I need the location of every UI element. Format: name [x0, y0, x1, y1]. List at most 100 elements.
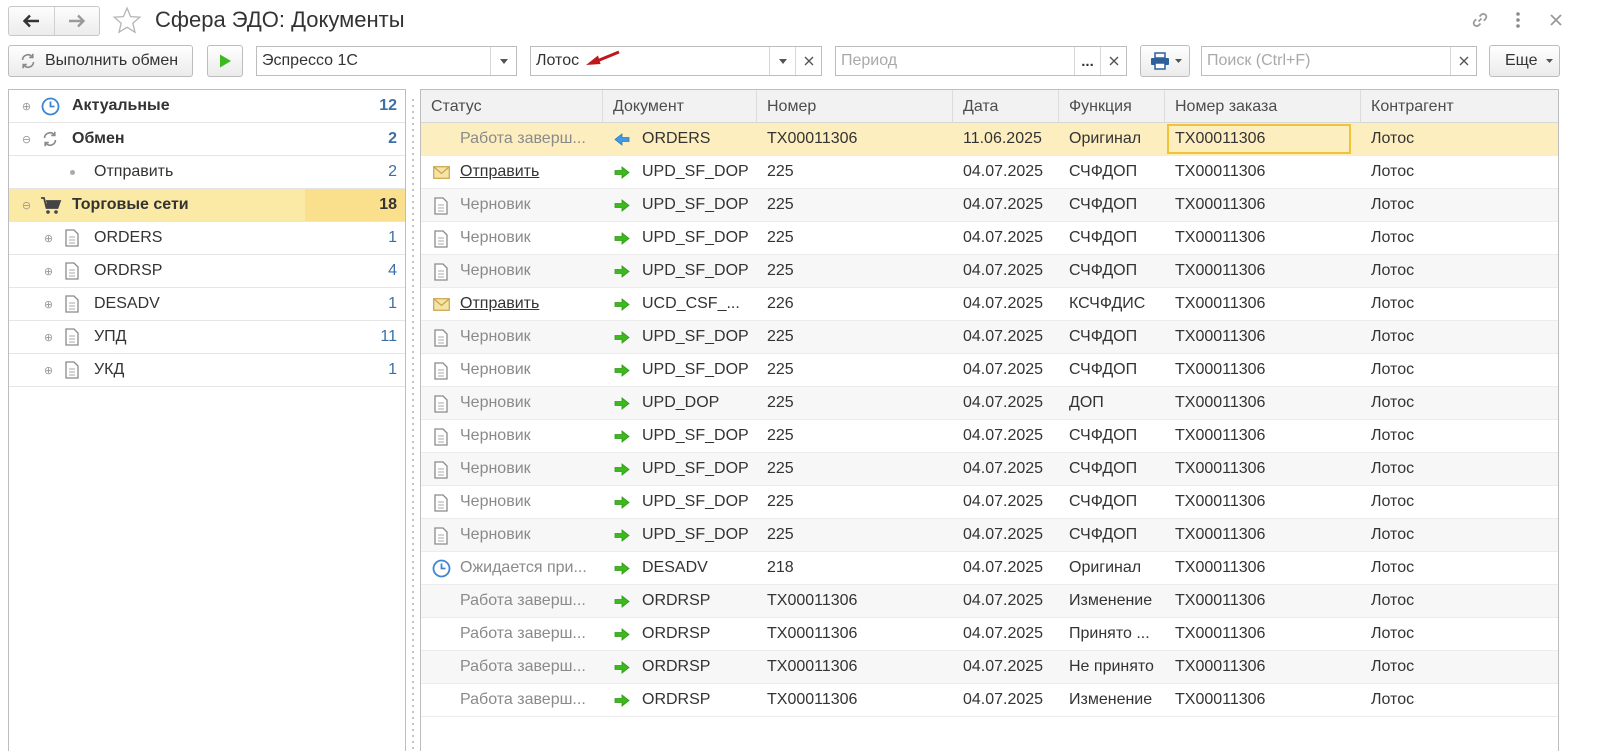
back-button[interactable] [9, 7, 54, 35]
tree-item-desadv[interactable]: ⊕ DESADV 1 [9, 288, 405, 321]
table-row[interactable]: Черновик UPD_SF_DOP 225 04.07.2025 СЧФДОП TX0… [421, 519, 1558, 552]
close-window-button[interactable] [1544, 8, 1568, 32]
period-select-button[interactable]: ... [1074, 47, 1100, 75]
collapse-icon[interactable]: ⊖ [21, 200, 32, 212]
counterparty-clear-button[interactable] [795, 47, 821, 75]
tree-item-actual[interactable]: ⊕ Актуальные 12 [9, 90, 405, 123]
organization-dropdown[interactable] [490, 47, 516, 75]
splitter-grip-dot [412, 585, 414, 587]
cell-number: TX00011306 [767, 658, 858, 675]
expand-icon[interactable]: ⊕ [21, 101, 32, 113]
splitter-grip-dot [412, 249, 414, 251]
table-row[interactable]: Работа заверш... ORDRSP TX00011306 04.07.20… [421, 618, 1558, 651]
cell-document: UPD_SF_DOP [642, 361, 749, 378]
column-header-status[interactable]: Статус [421, 90, 603, 123]
status-text: Черновик [460, 361, 531, 378]
tree-item-label: Актуальные [72, 97, 170, 114]
tree-item-orders[interactable]: ⊕ ORDERS 1 [9, 222, 405, 255]
splitter-grip-dot [412, 489, 414, 491]
more-vertical-button[interactable] [1506, 8, 1530, 32]
send-link[interactable]: Отправить [460, 295, 539, 313]
table-row[interactable]: Черновик UPD_SF_DOP 225 04.07.2025 СЧФДОП TX0… [421, 321, 1558, 354]
outgoing-arrow-icon [613, 363, 631, 377]
more-button[interactable]: Еще [1489, 45, 1560, 77]
splitter-grip-dot [412, 591, 414, 593]
run-button[interactable] [207, 45, 243, 77]
tree-item-upd[interactable]: ⊕ УПД 11 [9, 321, 405, 354]
period-clear-button[interactable] [1100, 47, 1126, 75]
table-row[interactable]: Черновик UPD_DOP 225 04.07.2025 ДОП TX0001130… [421, 387, 1558, 420]
expand-icon[interactable]: ⊕ [43, 365, 54, 377]
exchange-button[interactable]: Выполнить обмен [8, 45, 193, 77]
table-row[interactable]: Работа заверш... ORDRSP TX00011306 04.07.20… [421, 585, 1558, 618]
splitter-grip-dot [412, 159, 414, 161]
clock-icon [41, 97, 60, 116]
splitter-grip-dot [412, 705, 414, 707]
search-field[interactable]: Поиск (Ctrl+F) [1201, 46, 1477, 76]
tree-item-count: 4 [388, 262, 397, 279]
counterparty-dropdown[interactable] [769, 47, 795, 75]
tree-item-exchange[interactable]: ⊖ Обмен 2 [9, 123, 405, 156]
splitter-grip-dot [412, 633, 414, 635]
search-clear-button[interactable] [1450, 47, 1476, 75]
table-row[interactable]: Отправить UCD_CSF_... 226 04.07.2025 КСЧФДИС… [421, 288, 1558, 321]
column-header-date[interactable]: Дата [953, 90, 1059, 123]
cell-date: 04.07.2025 [963, 493, 1044, 510]
expand-icon[interactable]: ⊕ [43, 266, 54, 278]
table-row[interactable]: Отправить UPD_SF_DOP 225 04.07.2025 СЧФДОП TX… [421, 156, 1558, 189]
table-row[interactable]: Черновик UPD_SF_DOP 225 04.07.2025 СЧФДОП TX0… [421, 255, 1558, 288]
table-row[interactable]: Черновик UPD_SF_DOP 225 04.07.2025 СЧФДОП TX0… [421, 189, 1558, 222]
column-header-document[interactable]: Документ [603, 90, 757, 123]
chevron-down-icon [1545, 59, 1553, 63]
panel-splitter[interactable] [410, 89, 416, 751]
table-row[interactable]: Черновик UPD_SF_DOP 225 04.07.2025 СЧФДОП TX0… [421, 420, 1558, 453]
cell-status: Работа заверш... [460, 684, 600, 716]
send-link[interactable]: Отправить [460, 163, 539, 181]
table-row[interactable]: Черновик UPD_SF_DOP 225 04.07.2025 СЧФДОП TX0… [421, 453, 1558, 486]
cell-number: 225 [767, 460, 794, 477]
splitter-grip-dot [412, 441, 414, 443]
status-text: Черновик [460, 526, 531, 543]
splitter-grip-dot [412, 627, 414, 629]
table-row[interactable]: Работа заверш... ORDERS TX00011306 11.06.20… [421, 123, 1558, 156]
expand-icon[interactable]: ⊕ [43, 233, 54, 245]
favorite-star-icon[interactable] [112, 6, 142, 39]
column-header-counterparty[interactable]: Контрагент [1361, 90, 1558, 123]
forward-button[interactable] [53, 7, 100, 35]
cell-status[interactable]: Отправить [460, 288, 600, 320]
outgoing-arrow-icon [613, 429, 631, 443]
column-header-number[interactable]: Номер [757, 90, 953, 123]
cell-document: UPD_SF_DOP [642, 526, 749, 543]
play-icon [220, 54, 231, 68]
table-row[interactable]: Черновик UPD_SF_DOP 225 04.07.2025 СЧФДОП TX0… [421, 486, 1558, 519]
period-field[interactable]: Период ... [835, 46, 1127, 76]
tree-item-send[interactable]: Отправить 2 [9, 156, 405, 189]
splitter-grip-dot [412, 381, 414, 383]
column-header-function[interactable]: Функция [1059, 90, 1165, 123]
counterparty-field[interactable]: Лотос [530, 46, 822, 76]
tree-item-ukd[interactable]: ⊕ УКД 1 [9, 354, 405, 387]
table-row[interactable]: Ожидается при... DESADV 218 04.07.2025 Ориги… [421, 552, 1558, 585]
tree-item-ordrsp[interactable]: ⊕ ORDRSP 4 [9, 255, 405, 288]
print-button[interactable] [1140, 45, 1190, 77]
cell-function: КСЧФДИС [1069, 295, 1146, 312]
arrow-right-icon [68, 14, 85, 28]
expand-icon[interactable]: ⊕ [43, 332, 54, 344]
splitter-grip-dot [412, 375, 414, 377]
table-row[interactable]: Черновик UPD_SF_DOP 225 04.07.2025 СЧФДОП TX0… [421, 354, 1558, 387]
table-row[interactable]: Работа заверш... ORDRSP TX00011306 04.07.20… [421, 684, 1558, 717]
cell-date: 04.07.2025 [963, 229, 1044, 246]
organization-field[interactable]: Эспрессо 1С [256, 46, 517, 76]
table-row[interactable]: Работа заверш... ORDRSP TX00011306 04.07.20… [421, 651, 1558, 684]
vertical-scrollbar[interactable] [1560, 89, 1566, 751]
expand-icon[interactable]: ⊕ [43, 299, 54, 311]
tree-item-count-cell: 18 [305, 189, 405, 221]
cell-status[interactable]: Отправить [460, 156, 600, 188]
tree-item-retail-chains[interactable]: ⊖ Торговые сети 18 [9, 189, 405, 222]
link-button[interactable] [1468, 8, 1492, 32]
bullet-icon [70, 170, 75, 175]
column-header-order-number[interactable]: Номер заказа [1165, 90, 1361, 123]
collapse-icon[interactable]: ⊖ [21, 134, 32, 146]
table-row[interactable]: Черновик UPD_SF_DOP 225 04.07.2025 СЧФДОП TX0… [421, 222, 1558, 255]
more-button-label: Еще [1505, 52, 1538, 69]
